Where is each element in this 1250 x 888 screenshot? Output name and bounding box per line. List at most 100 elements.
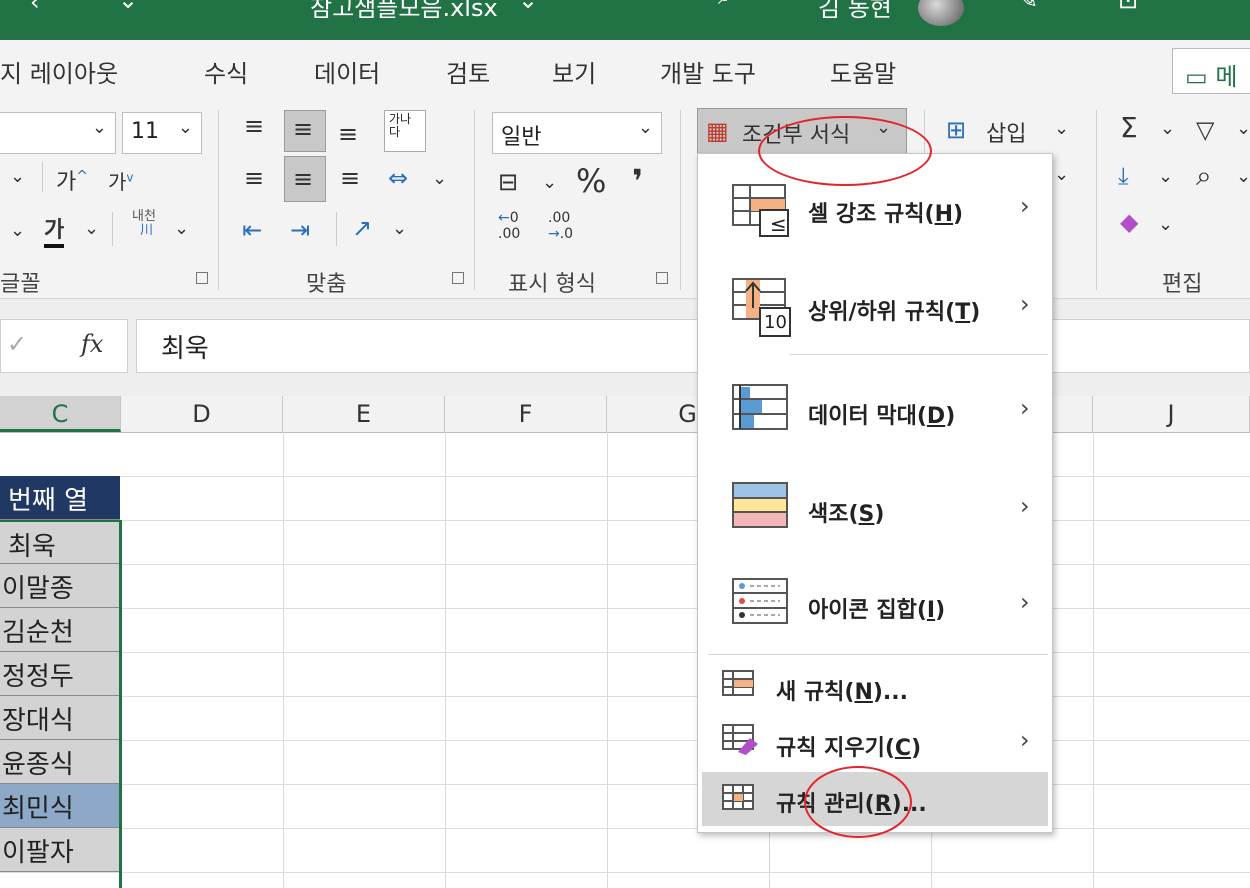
table-cell[interactable]: 정정두 xyxy=(0,652,120,696)
orientation-icon[interactable]: ↗ xyxy=(352,216,372,240)
sort-filter-icon[interactable]: ▽ xyxy=(1196,118,1214,142)
chevron-down-icon[interactable]: ⌄ xyxy=(1158,216,1173,234)
column-header-c[interactable]: C xyxy=(0,396,121,432)
wrap-text-button[interactable]: 가나 다 xyxy=(384,110,426,152)
clear-rules-icon xyxy=(722,724,758,755)
chevron-down-icon[interactable]: ⌄ xyxy=(1160,120,1175,138)
chevron-down-icon[interactable]: ⌄ xyxy=(10,222,25,240)
dialog-launcher-icon[interactable] xyxy=(196,272,208,284)
font-name-combo[interactable]: ⌄ xyxy=(0,112,116,154)
worksheet-grid[interactable] xyxy=(0,432,1250,888)
merge-center-icon[interactable]: ⇔ xyxy=(388,166,408,190)
fill-icon[interactable]: ⤓ xyxy=(1118,164,1129,188)
table-cell[interactable]: 윤종식 xyxy=(0,740,120,784)
menu-item-color-scales[interactable]: 색조(S) › xyxy=(698,466,1050,546)
top10-glyph: 10 xyxy=(764,312,787,333)
table-cell[interactable]: 장대식 xyxy=(0,696,120,740)
search-icon[interactable]: ⌕ xyxy=(718,0,731,10)
chevron-down-icon[interactable]: ⌄ xyxy=(10,168,25,186)
menu-item-icon-sets[interactable]: 아이콘 집합(I) › xyxy=(698,562,1050,642)
group-separator xyxy=(680,110,681,290)
chevron-down-icon[interactable]: ⌄ xyxy=(1236,120,1250,138)
percent-style-button[interactable]: % xyxy=(576,162,606,200)
column-header-d[interactable]: D xyxy=(121,396,283,432)
insert-button[interactable]: 삽입 xyxy=(986,116,1026,148)
find-select-icon[interactable]: ⌕ xyxy=(1196,162,1212,190)
tab-page-layout[interactable]: 지 레이아웃 xyxy=(0,54,118,89)
align-left-icon[interactable]: ≡ xyxy=(244,166,264,190)
column-header-j[interactable]: J xyxy=(1093,396,1250,432)
table-cell[interactable]: 이팔자 xyxy=(0,828,120,872)
table-header-cell[interactable]: 번째 열 xyxy=(0,476,120,520)
label-text: 아이콘 집합( xyxy=(808,598,927,623)
font-size-combo[interactable]: 11 ⌄ xyxy=(122,112,202,154)
comment-icon: ▭ xyxy=(1185,63,1208,91)
menu-item-new-rule[interactable]: 새 규칙(N)... xyxy=(698,662,1050,712)
align-bottom-icon[interactable]: ≡ xyxy=(338,122,358,146)
clear-eraser-icon[interactable]: ◆ xyxy=(1120,210,1138,234)
insert-function-icon[interactable]: fx xyxy=(81,332,103,356)
column-header-f[interactable]: F xyxy=(445,396,607,432)
table-cell[interactable]: 최민식 xyxy=(0,784,120,828)
increase-indent-icon[interactable]: ⇥ xyxy=(290,218,310,242)
font-color-button[interactable]: 가 xyxy=(44,212,65,248)
chevron-down-icon[interactable]: ⌄ xyxy=(1054,166,1069,184)
menu-item-top-bottom-rules[interactable]: 10 상위/하위 규칙(T) › xyxy=(698,268,1050,344)
table-cell[interactable]: 이말종 xyxy=(0,564,120,608)
menu-item-clear-rules[interactable]: 규칙 지우기(C) › xyxy=(698,716,1050,768)
comma-style-button[interactable]: ❜ xyxy=(632,162,643,200)
chevron-down-icon[interactable]: ⌄ xyxy=(432,170,447,188)
access-key: C xyxy=(894,736,912,761)
align-top-icon[interactable]: ≡ xyxy=(244,114,264,138)
submenu-arrow-icon: › xyxy=(1020,394,1030,422)
align-center-button[interactable]: ≡ xyxy=(284,156,326,202)
decrease-font-button[interactable]: 가v xyxy=(108,166,134,195)
phonetic-button[interactable]: 내천 川 xyxy=(132,210,156,238)
label-text: )... xyxy=(872,680,908,705)
formula-input[interactable]: 최욱 xyxy=(136,319,1250,373)
qat-dropdown-icon[interactable]: ⌄ xyxy=(118,0,138,14)
tab-data[interactable]: 데이터 xyxy=(314,54,380,89)
increase-decimal-button[interactable]: ←0.00 xyxy=(498,210,520,242)
back-icon[interactable]: ‹ xyxy=(30,0,40,16)
decrease-decimal-button[interactable]: .00 →.0 xyxy=(548,210,573,242)
tab-help[interactable]: 도움말 xyxy=(830,54,896,89)
pen-icon[interactable]: ✎ xyxy=(1018,0,1038,14)
menu-item-label: 새 규칙(N)... xyxy=(776,674,908,706)
ribbon-display-icon[interactable]: ⊡ xyxy=(1118,0,1138,14)
chevron-down-icon[interactable]: ⌄ xyxy=(392,220,407,238)
message-button[interactable]: ▭ 메 xyxy=(1172,48,1250,94)
align-right-icon[interactable]: ≡ xyxy=(340,166,360,190)
group-separator xyxy=(474,110,475,290)
tab-review[interactable]: 검토 xyxy=(446,54,490,89)
dialog-launcher-icon[interactable] xyxy=(656,272,668,284)
avatar[interactable] xyxy=(918,0,964,26)
number-format-combo[interactable]: 일반 ⌄ xyxy=(492,112,662,154)
tab-developer[interactable]: 개발 도구 xyxy=(660,54,756,89)
divider xyxy=(42,162,43,192)
decrease-indent-icon[interactable]: ⇤ xyxy=(242,218,262,242)
chevron-down-icon[interactable]: ⌄ xyxy=(542,174,557,192)
chevron-down-icon[interactable]: ⌄ xyxy=(174,220,189,238)
dialog-launcher-icon[interactable] xyxy=(452,272,464,284)
conditional-formatting-icon: ▦ xyxy=(706,117,729,145)
chevron-down-icon[interactable]: ⌄ xyxy=(1236,168,1250,186)
chevron-down-icon[interactable]: ⌄ xyxy=(1054,120,1069,138)
label-text: 셀 강조 규칙( xyxy=(808,202,935,227)
insert-cells-icon[interactable]: ⊞ xyxy=(946,118,966,142)
tab-formulas[interactable]: 수식 xyxy=(204,54,248,89)
autosum-icon[interactable]: Σ xyxy=(1120,114,1138,142)
menu-item-data-bars[interactable]: 데이터 막대(D) › xyxy=(698,368,1050,448)
column-header-e[interactable]: E xyxy=(283,396,445,432)
align-middle-button[interactable]: ≡ xyxy=(284,110,326,152)
increase-font-button[interactable]: 가^ xyxy=(56,164,88,196)
chevron-down-icon[interactable]: ⌄ xyxy=(1158,168,1173,186)
accounting-format-icon[interactable]: ⊟ xyxy=(498,170,518,194)
chevron-down-icon[interactable]: ⌄ xyxy=(84,220,99,238)
enter-check-icon[interactable]: ✓ xyxy=(7,332,27,356)
table-cell[interactable]: 김순천 xyxy=(0,608,120,652)
title-dropdown-icon[interactable]: ⌄ xyxy=(518,0,538,14)
tab-view[interactable]: 보기 xyxy=(552,54,596,89)
table-cell[interactable]: 최욱 xyxy=(0,520,120,564)
data-bars-icon xyxy=(732,384,788,430)
